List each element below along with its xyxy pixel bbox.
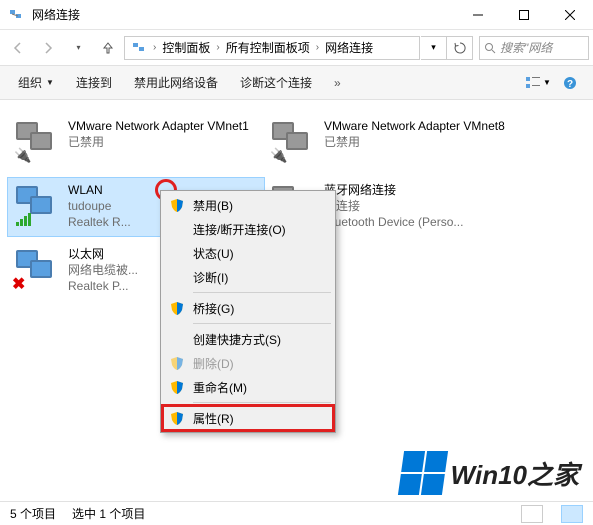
context-menu: 禁用(B) 连接/断开连接(O) 状态(U) 诊断(I) 桥接(G) 创建快捷方… <box>160 190 336 433</box>
ctx-properties[interactable]: 属性(R) <box>163 406 333 430</box>
adapter-driver: Realtek P... <box>68 278 138 294</box>
maximize-button[interactable] <box>501 0 547 30</box>
ctx-diagnose[interactable]: 诊断(I) <box>163 265 333 289</box>
menu-separator <box>193 292 331 293</box>
ctx-disable[interactable]: 禁用(B) <box>163 193 333 217</box>
disable-device-button[interactable]: 禁用此网络设备 <box>124 70 228 95</box>
adapter-vmnet1[interactable]: 🔌 VMware Network Adapter VMnet1 已禁用 <box>8 114 264 172</box>
adapter-driver: Realtek R... <box>68 214 131 230</box>
adapter-name: WLAN <box>68 182 131 198</box>
close-button[interactable] <box>547 0 593 30</box>
adapter-vmnet8[interactable]: 🔌 VMware Network Adapter VMnet8 已禁用 <box>264 114 520 172</box>
details-view-button[interactable] <box>521 505 543 523</box>
item-count: 5 个项目 <box>10 505 56 522</box>
organize-button[interactable]: 组织▼ <box>8 70 64 95</box>
forward-button[interactable] <box>34 34 62 62</box>
uac-shield-icon <box>169 410 185 426</box>
diagnose-connection-button[interactable]: 诊断这个连接 <box>230 70 322 95</box>
minimize-button[interactable] <box>455 0 501 30</box>
adapter-status: 网络电缆被... <box>68 262 138 278</box>
menu-separator <box>193 402 331 403</box>
ctx-rename[interactable]: 重命名(M) <box>163 375 333 399</box>
adapter-name: VMware Network Adapter VMnet8 <box>324 118 505 134</box>
svg-text:?: ? <box>567 79 573 90</box>
help-button[interactable]: ? <box>555 70 585 96</box>
status-bar: 5 个项目 选中 1 个项目 <box>0 501 593 525</box>
address-dropdown[interactable]: ▾ <box>421 36 447 60</box>
adapter-name: VMware Network Adapter VMnet1 <box>68 118 249 134</box>
uac-shield-icon <box>169 379 185 395</box>
network-adapter-icon: ✖ <box>12 246 60 294</box>
menu-separator <box>193 323 331 324</box>
network-adapter-icon <box>12 182 60 230</box>
breadcrumb-item[interactable]: 所有控制面板项 <box>222 37 314 59</box>
address-bar[interactable]: › 控制面板 › 所有控制面板项 › 网络连接 <box>124 36 420 60</box>
large-icons-view-button[interactable] <box>561 505 583 523</box>
ctx-connect-disconnect[interactable]: 连接/断开连接(O) <box>163 217 333 241</box>
uac-shield-icon <box>169 355 185 371</box>
back-button[interactable] <box>4 34 32 62</box>
network-adapter-icon: 🔌 <box>12 118 60 166</box>
selected-count: 选中 1 个项目 <box>72 505 145 522</box>
content-area: 🔌 VMware Network Adapter VMnet1 已禁用 🔌 VM… <box>0 100 593 490</box>
search-box[interactable]: 搜索"网络 <box>479 36 589 60</box>
window-icon <box>8 7 24 23</box>
breadcrumb-item[interactable]: 网络连接 <box>321 37 377 59</box>
up-button[interactable] <box>94 34 122 62</box>
network-adapter-icon: 🔌 <box>268 118 316 166</box>
uac-shield-icon <box>169 197 185 213</box>
ctx-create-shortcut[interactable]: 创建快捷方式(S) <box>163 327 333 351</box>
title-bar: 网络连接 <box>0 0 593 30</box>
ctx-status[interactable]: 状态(U) <box>163 241 333 265</box>
window-title: 网络连接 <box>32 6 455 23</box>
search-icon <box>484 42 496 54</box>
adapter-name: 以太网 <box>68 246 138 262</box>
breadcrumb-item[interactable]: 控制面板 <box>158 37 214 59</box>
ctx-delete: 删除(D) <box>163 351 333 375</box>
view-options-button[interactable]: ▼ <box>523 70 553 96</box>
breadcrumb-icon[interactable] <box>127 37 151 59</box>
ctx-bridge[interactable]: 桥接(G) <box>163 296 333 320</box>
adapter-status: 未连接 <box>324 198 463 214</box>
adapter-name: 蓝牙网络连接 <box>324 182 463 198</box>
connect-to-button[interactable]: 连接到 <box>66 70 122 95</box>
adapter-driver: Bluetooth Device (Perso... <box>324 214 463 230</box>
recent-dropdown[interactable]: ▾ <box>64 34 92 62</box>
search-placeholder: 搜索"网络 <box>500 39 552 56</box>
adapter-status: tudoupe <box>68 198 131 214</box>
nav-bar: ▾ › 控制面板 › 所有控制面板项 › 网络连接 ▾ 搜索"网络 <box>0 30 593 66</box>
uac-shield-icon <box>169 300 185 316</box>
refresh-button[interactable] <box>447 36 473 60</box>
adapter-status: 已禁用 <box>68 134 249 150</box>
adapter-status: 已禁用 <box>324 134 505 150</box>
toolbar-overflow[interactable]: » <box>324 72 353 94</box>
toolbar: 组织▼ 连接到 禁用此网络设备 诊断这个连接 » ▼ ? <box>0 66 593 100</box>
